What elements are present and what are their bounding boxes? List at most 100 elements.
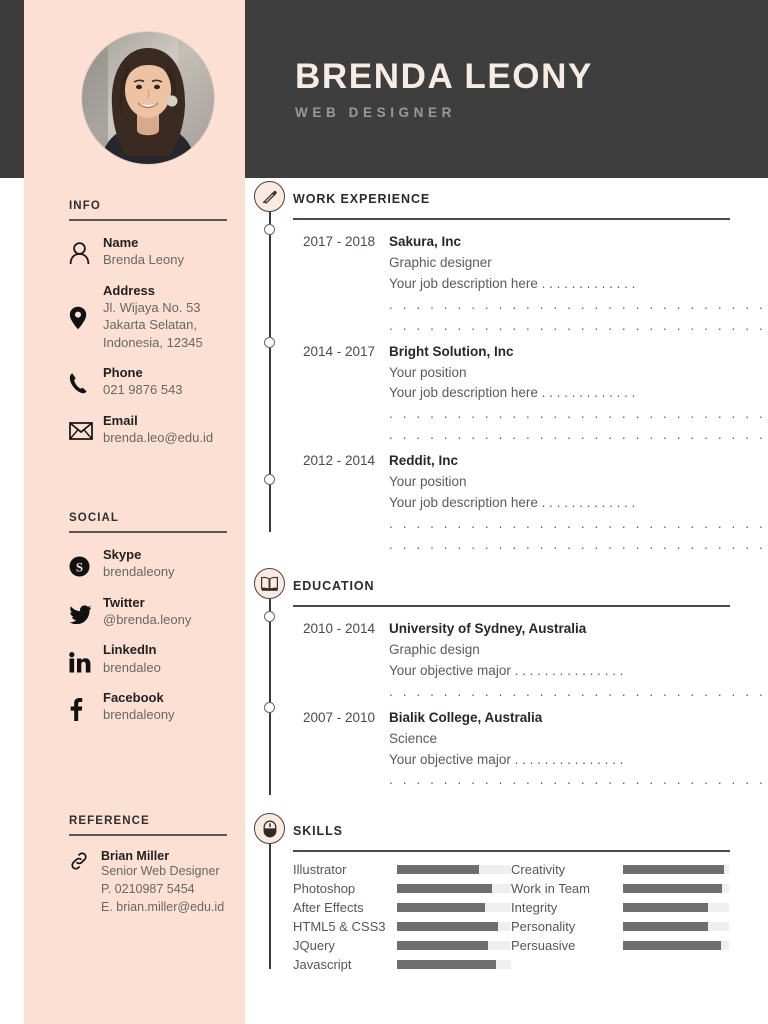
skill-fill — [397, 903, 485, 912]
skill-fill — [397, 884, 492, 893]
work-years: 2012 - 2014 — [302, 453, 375, 469]
info-label: Address — [103, 282, 156, 298]
timeline-dot — [264, 611, 275, 622]
work-position: Your position — [389, 474, 467, 490]
skill-track — [397, 884, 511, 893]
skype-icon: S — [69, 547, 103, 581]
section-skills: SKILLS Illustrator Photoshop After Effec… — [245, 810, 768, 990]
work-org-suffix: , Inc — [434, 234, 462, 249]
info-entry-email: Email brenda.leo@edu.id — [69, 413, 251, 447]
skills-column-right: Creativity Work in Team Integrity Person… — [511, 860, 729, 974]
work-org-name: Bright Solution — [389, 343, 487, 359]
education-title: EDUCATION — [293, 579, 375, 593]
left-accent-strip — [0, 0, 24, 178]
info-value: Indonesia, 12345 — [103, 334, 203, 350]
work-filler-line: . . . . . . . . . . . . . . . . . . . . … — [389, 406, 768, 422]
skill-label: JQuery — [293, 938, 335, 953]
info-label: Phone — [103, 365, 143, 381]
work-org: Bright Solution, Inc — [389, 342, 768, 363]
skill-row: Personality — [511, 917, 729, 936]
skill-row: Illustrator — [293, 860, 511, 879]
skill-fill — [623, 865, 724, 874]
skill-row: After Effects — [293, 898, 511, 917]
envelope-icon — [69, 413, 103, 447]
reference-line: E. brian.miller@edu.id — [101, 899, 225, 914]
resume-page: INFO Name Brenda Leony Address Jl. Wijay… — [0, 0, 768, 1024]
timeline-dot — [264, 224, 275, 235]
job-title: WEB DESIGNER — [295, 105, 456, 121]
education-org-name: University of Sydney — [389, 621, 522, 636]
social-entry-twitter[interactable]: Twitter @brenda.leony — [69, 595, 251, 629]
twitter-icon — [69, 595, 103, 629]
avatar — [82, 32, 214, 164]
education-header: EDUCATION — [245, 565, 768, 607]
timeline-dot — [264, 474, 275, 485]
social-entry-facebook[interactable]: Facebook brendaleony — [69, 690, 251, 724]
info-value: brenda.leo@edu.id — [103, 430, 214, 446]
info-value: Jakarta Selatan, — [103, 317, 197, 333]
education-field: Science — [389, 730, 438, 746]
timeline-dot — [264, 337, 275, 348]
education-field: Graphic design — [389, 641, 480, 657]
phone-icon — [69, 365, 103, 399]
info-value: 021 9876 543 — [103, 382, 183, 398]
work-filler-line: . . . . . . . . . . . . . . . . . . . . … — [389, 317, 768, 333]
sidebar: INFO Name Brenda Leony Address Jl. Wijay… — [24, 0, 245, 1024]
pen-icon — [254, 181, 285, 212]
social-handle: @brenda.leony — [103, 611, 192, 627]
work-item: 2014 - 2017 Bright Solution, Inc Your po… — [245, 342, 768, 447]
education-org: University of Sydney, Australia — [389, 619, 768, 640]
info-value: Jl. Wijaya No. 53 — [103, 299, 201, 315]
skill-fill — [623, 941, 721, 950]
skills-grid: Illustrator Photoshop After Effects HTML… — [245, 852, 768, 974]
work-org-name: Sakura — [389, 234, 435, 249]
skill-fill — [623, 884, 722, 893]
skill-row: HTML5 & CSS3 — [293, 917, 511, 936]
reference-name: Brian Miller — [101, 849, 170, 863]
work-filler-line: . . . . . . . . . . . . . . . . . . . . … — [389, 296, 768, 312]
work-title: WORK EXPERIENCE — [293, 192, 431, 206]
skill-track — [397, 922, 511, 931]
education-description: Your objective major . . . . . . . . . .… — [389, 751, 624, 767]
skill-label: After Effects — [293, 900, 364, 915]
social-handle: brendaleony — [103, 707, 175, 723]
social-label: Skype — [103, 547, 142, 562]
work-position: Graphic designer — [389, 254, 492, 270]
skill-fill — [397, 960, 497, 969]
skill-fill — [397, 922, 499, 931]
education-org-suffix: , Australia — [521, 621, 587, 636]
work-item: 2012 - 2014 Reddit, Inc Your position Yo… — [245, 451, 768, 556]
work-org-name: Reddit — [389, 453, 431, 469]
skill-label: Javascript — [293, 957, 352, 972]
reference-line: P. 0210987 5454 — [101, 881, 195, 896]
location-pin-icon — [69, 283, 103, 351]
skill-fill — [623, 922, 708, 931]
section-work-experience: WORK EXPERIENCE 2017 - 2018 Sakura, Inc … — [245, 178, 768, 565]
skill-track — [623, 903, 729, 912]
page-title: BRENDA LEONY — [295, 56, 593, 96]
skill-track — [623, 941, 729, 950]
social-entry-skype[interactable]: S Skype brendaleony — [69, 547, 251, 581]
work-header: WORK EXPERIENCE — [245, 178, 768, 220]
social-label: Facebook — [103, 689, 164, 705]
work-org-suffix: , Inc — [431, 453, 459, 469]
social-divider — [69, 531, 227, 533]
person-icon — [69, 235, 103, 269]
skill-label: Integrity — [511, 900, 558, 915]
main-content: WORK EXPERIENCE 2017 - 2018 Sakura, Inc … — [245, 178, 768, 990]
skills-divider — [293, 850, 730, 852]
skill-label: HTML5 & CSS3 — [293, 919, 386, 934]
social-entry-linkedin[interactable]: LinkedIn brendaleo — [69, 642, 251, 676]
work-filler-line: . . . . . . . . . . . . . . . . . . . . … — [389, 427, 768, 443]
education-years: 2010 - 2014 — [302, 621, 375, 636]
education-org-suffix: , Australia — [477, 709, 543, 725]
education-description: Your objective major . . . . . . . . . .… — [389, 662, 624, 678]
social-label: Twitter — [103, 594, 145, 610]
timeline-rail — [269, 599, 271, 795]
education-org: Bialik College, Australia — [389, 708, 768, 729]
reference-line: Senior Web Designer — [101, 864, 220, 878]
work-divider — [293, 218, 730, 220]
skill-label: Personality — [511, 919, 576, 934]
skill-row: Javascript — [293, 955, 511, 974]
header-band: BRENDA LEONY WEB DESIGNER — [245, 0, 768, 178]
